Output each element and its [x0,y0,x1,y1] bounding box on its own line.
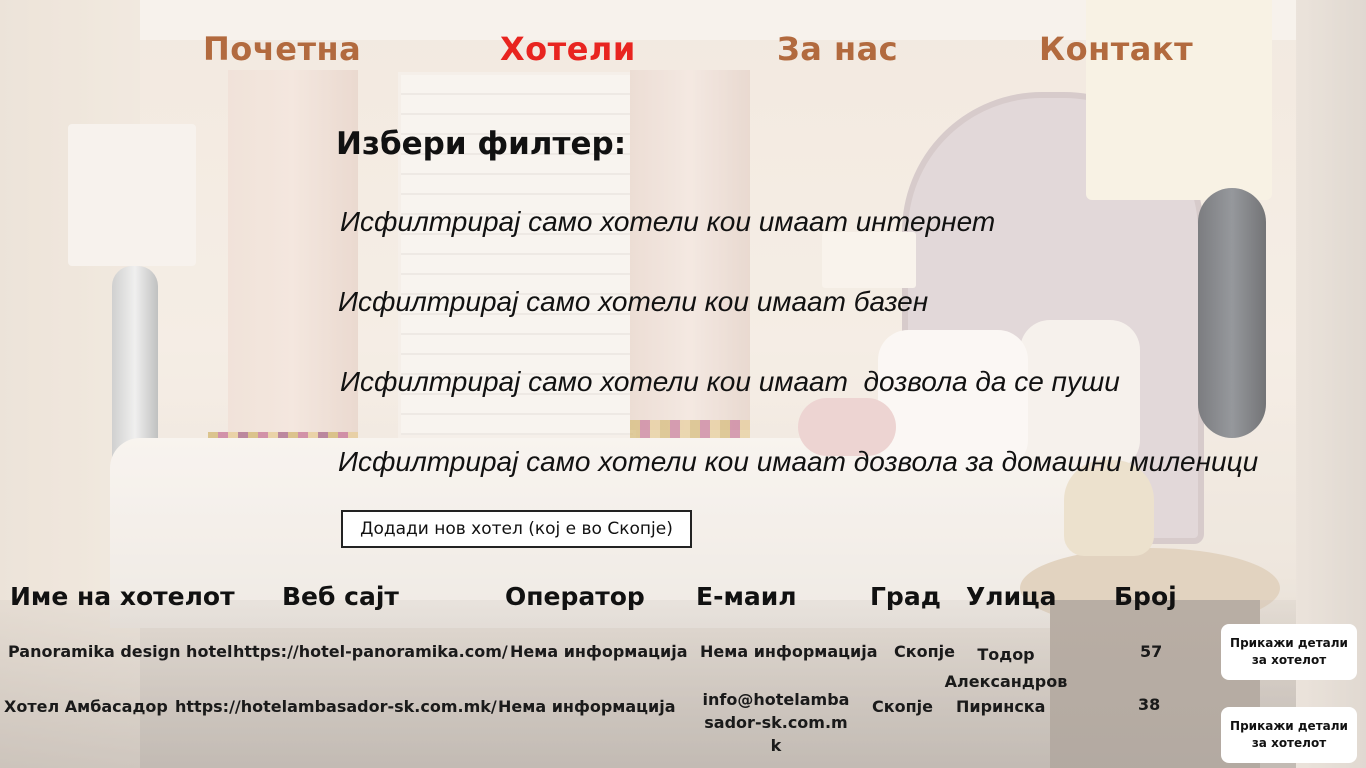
cell-number: 38 [1138,695,1161,714]
add-hotel-button[interactable]: Додади нов хотел (кој е во Скопје) [341,510,692,548]
cell-email: info@hotelambasador-sk.com.mk [702,690,850,755]
header-operator: Оператор [505,582,645,611]
filter-title: Избери филтер: [336,126,627,162]
header-city: Град [870,582,941,611]
filter-pool[interactable]: Исфилтрирај само хотели кои имаат базен [338,286,928,318]
cell-email: Нема информација [700,642,878,661]
cell-name: Хотел Амбасадор [4,697,168,716]
show-details-button[interactable]: Прикажи детали за хотелот [1221,624,1357,680]
cell-website[interactable]: https://hotelambasador-sk.com.mk/ [175,697,497,716]
header-email: Е-маил [696,582,797,611]
header-number: Број [1114,582,1177,611]
cell-number: 57 [1140,642,1163,661]
show-details-button[interactable]: Прикажи детали за хотелот [1221,707,1357,763]
filter-internet[interactable]: Исфилтрирај само хотели кои имаат интерн… [340,206,995,238]
filter-pets[interactable]: Исфилтрирај само хотели кои имаат дозвол… [338,446,1258,478]
cell-operator: Нема информација [510,642,688,661]
cell-city: Скопје [872,697,933,716]
cell-street: Тодор Александров [944,645,1068,691]
nav-about[interactable]: За нас [777,30,898,68]
cell-name: Panoramika design hotel [8,642,233,661]
filter-smoking[interactable]: Исфилтрирај само хотели кои имаат дозвол… [340,366,1120,398]
nav-contact[interactable]: Контакт [1039,30,1193,68]
nav-hotels[interactable]: Хотели [500,30,636,68]
header-name: Име на хотелот [10,582,235,611]
header-website: Веб сајт [282,582,399,611]
header-street: Улица [966,582,1057,611]
cell-street: Пиринска [956,697,1046,716]
nav-home[interactable]: Почетна [203,30,361,68]
cell-website[interactable]: https://hotel-panoramika.com/ [233,642,508,661]
cell-operator: Нема информација [498,697,676,716]
